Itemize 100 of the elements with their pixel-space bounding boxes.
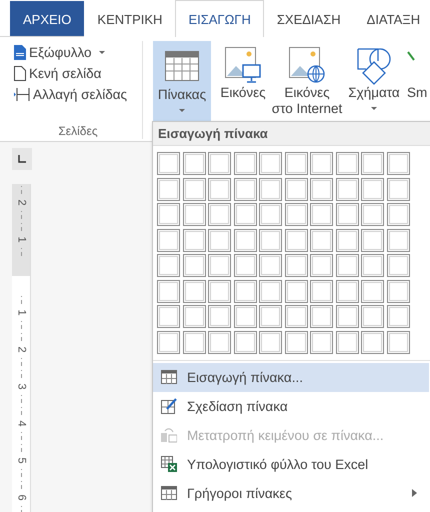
table-grid-cell[interactable] [336, 330, 358, 354]
table-grid-cell[interactable] [310, 254, 333, 277]
ruler-number: 3 [16, 383, 26, 390]
table-grid-cell[interactable] [361, 228, 384, 252]
ribbon-button[interactable]: Εικόνες [215, 41, 271, 123]
tab-stop-icon [18, 155, 26, 163]
table-grid-cell[interactable] [157, 254, 180, 277]
table-grid-cell[interactable] [182, 228, 206, 252]
ribbon-menu-item[interactable]: Κενή σελίδα [14, 63, 142, 84]
menu-item[interactable]: Εισαγωγή πίνακα... [153, 362, 429, 392]
table-grid-cell[interactable] [386, 203, 410, 226]
menu-item[interactable]: Υπολογιστικό φύλλο του Excel [153, 450, 429, 478]
table-grid-cell[interactable] [234, 280, 256, 302]
table-grid-cell[interactable] [284, 305, 308, 328]
ribbon-menu-item[interactable]: Εξώφυλλο [14, 42, 142, 63]
ribbon-menu-item[interactable]: Αλλαγή σελίδας [14, 84, 142, 105]
table-grid-cell[interactable] [259, 203, 282, 226]
table-grid-cell[interactable] [310, 203, 333, 226]
table-grid-cell[interactable] [208, 152, 231, 175]
table-grid-cell[interactable] [208, 228, 231, 252]
ribbon-tab[interactable]: ΑΡΧΕΙΟ [10, 1, 84, 36]
table-grid-cell[interactable] [208, 203, 231, 226]
table-grid-cell[interactable] [234, 228, 256, 252]
table-grid-cell[interactable] [259, 280, 282, 302]
table-grid-cell[interactable] [284, 254, 308, 277]
table-grid-cell[interactable] [259, 228, 282, 252]
table-grid-cell[interactable] [361, 178, 384, 200]
table-grid-cell[interactable] [386, 254, 410, 277]
table-grid-cell[interactable] [361, 203, 384, 226]
table-grid-cell[interactable] [259, 330, 282, 354]
table-grid-cell[interactable] [259, 152, 282, 175]
table-grid-cell[interactable] [386, 228, 410, 252]
ribbon-button[interactable]: Πίνακας [153, 41, 211, 123]
table-grid-cell[interactable] [336, 305, 358, 328]
table-grid-cell[interactable] [310, 228, 333, 252]
table-grid-cell[interactable] [234, 178, 256, 200]
table-grid-cell[interactable] [310, 330, 333, 354]
table-grid-cell[interactable] [182, 203, 206, 226]
table-grid-cell[interactable] [157, 280, 180, 302]
table-grid-cell[interactable] [284, 152, 308, 175]
table-grid-cell[interactable] [310, 280, 333, 302]
table-grid-cell[interactable] [284, 203, 308, 226]
table-grid-cell[interactable] [284, 228, 308, 252]
table-grid-cell[interactable] [361, 305, 384, 328]
table-grid-cell[interactable] [259, 305, 282, 328]
table-grid-cell[interactable] [336, 203, 358, 226]
table-grid-cell[interactable] [386, 305, 410, 328]
table-grid-cell[interactable] [310, 178, 333, 200]
table-grid-cell[interactable] [259, 254, 282, 277]
table-grid-cell[interactable] [157, 228, 180, 252]
table-grid-cell[interactable] [310, 152, 333, 175]
table-grid-cell[interactable] [259, 178, 282, 200]
table-grid-cell[interactable] [361, 254, 384, 277]
tab-stop-selector[interactable] [12, 148, 32, 170]
table-grid-cell[interactable] [284, 330, 308, 354]
table-grid-cell[interactable] [310, 305, 333, 328]
table-grid-cell[interactable] [284, 178, 308, 200]
table-grid-cell[interactable] [182, 152, 206, 175]
table-grid-cell[interactable] [208, 280, 231, 302]
table-grid-cell[interactable] [284, 280, 308, 302]
table-grid-cell[interactable] [208, 330, 231, 354]
menu-item[interactable]: Γρήγοροι πίνακες [153, 478, 429, 508]
table-grid-cell[interactable] [182, 280, 206, 302]
table-grid-cell[interactable] [182, 305, 206, 328]
ruler-number: 1 [16, 236, 26, 243]
table-grid-cell[interactable] [208, 178, 231, 200]
table-grid-cell[interactable] [361, 330, 384, 354]
table-grid-cell[interactable] [157, 152, 180, 175]
menu-item[interactable]: Σχεδίαση πίνακα [153, 392, 429, 420]
table-grid-cell[interactable] [336, 254, 358, 277]
table-grid-cell[interactable] [336, 178, 358, 200]
table-grid-cell[interactable] [234, 330, 256, 354]
ribbon-button[interactable]: Sm [405, 41, 429, 123]
ruler-number: 4 [16, 420, 26, 427]
table-grid-cell[interactable] [386, 178, 410, 200]
table-grid-cell[interactable] [234, 152, 256, 175]
table-grid-cell[interactable] [234, 305, 256, 328]
table-grid-cell[interactable] [361, 152, 384, 175]
ruler-number: 5 [16, 457, 26, 464]
table-grid-cell[interactable] [157, 330, 180, 354]
ruler-number: 2 [16, 199, 26, 206]
table-grid-cell[interactable] [361, 280, 384, 302]
table-grid-cell[interactable] [182, 178, 206, 200]
table-grid-cell[interactable] [386, 280, 410, 302]
table-grid-cell[interactable] [386, 330, 410, 354]
table-grid-cell[interactable] [208, 305, 231, 328]
table-grid-cell[interactable] [182, 330, 206, 354]
table-grid-cell[interactable] [234, 203, 256, 226]
table-grid-cell[interactable] [157, 178, 180, 200]
table-grid-cell[interactable] [157, 305, 180, 328]
table-grid-cell[interactable] [208, 254, 231, 277]
table-grid-cell[interactable] [234, 254, 256, 277]
table-grid-cell[interactable] [386, 152, 410, 175]
table-grid-cell[interactable] [157, 203, 180, 226]
group-label: Σελίδες [58, 124, 98, 140]
table-grid-cell[interactable] [182, 254, 206, 277]
table-grid-cell[interactable] [336, 152, 358, 175]
table-grid-cell[interactable] [336, 280, 358, 302]
table-grid-cell[interactable] [336, 228, 358, 252]
ribbon-tab[interactable]: ΕΙΣΑΓΩΓΗ [175, 0, 264, 37]
